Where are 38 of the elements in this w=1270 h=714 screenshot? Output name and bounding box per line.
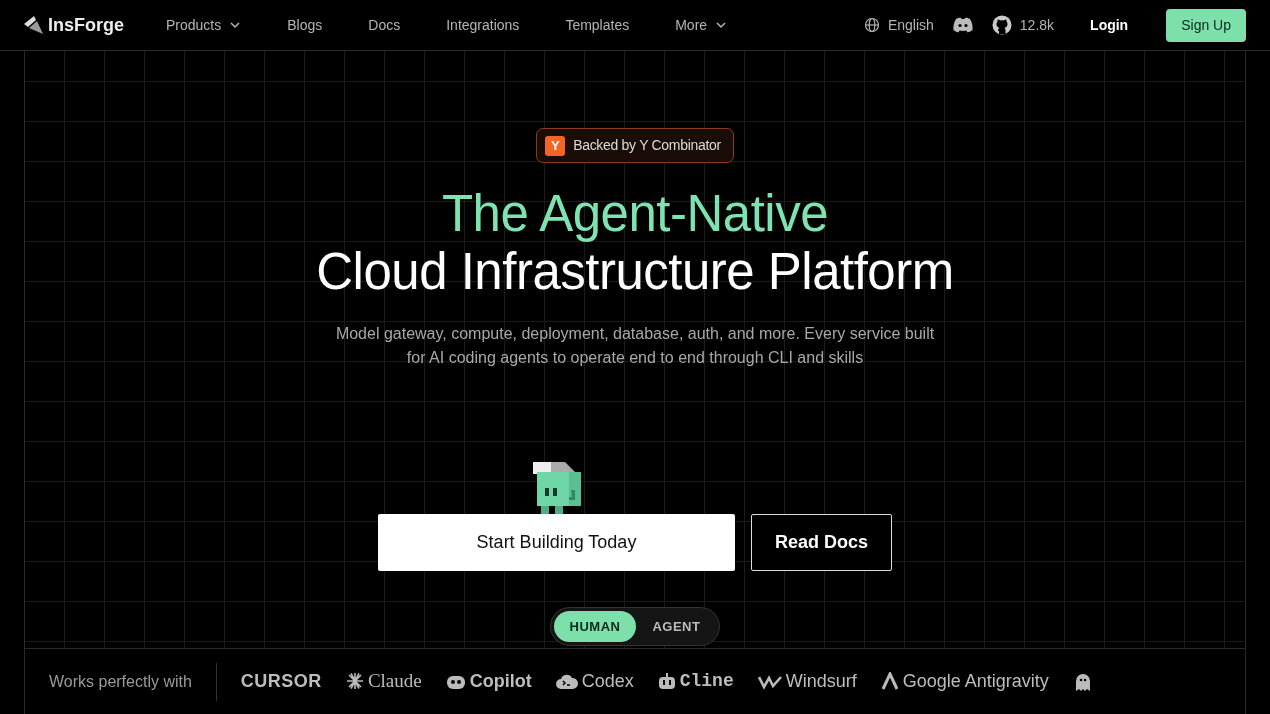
badge-text: Backed by Y Combinator (573, 136, 721, 155)
logo-icon (24, 16, 44, 34)
read-docs-button[interactable]: Read Docs (751, 514, 892, 572)
integration-name: Copilot (469, 670, 532, 693)
headline-line: The Agent-Native (441, 185, 829, 243)
logo-text[interactable]: InsForge (48, 11, 124, 39)
nav-link[interactable]: Products (166, 14, 242, 36)
chevron-down-icon (715, 20, 728, 30)
github-stars-link[interactable]: 12.8k (991, 14, 1055, 36)
arch-icon (880, 671, 899, 692)
integration-name: Claude (367, 669, 422, 694)
nav-link[interactable]: Docs (368, 14, 401, 36)
mode-tab[interactable]: HUMAN (553, 610, 637, 642)
mode-tab[interactable]: AGENT (636, 610, 717, 642)
hero-subtitle: Model gateway, compute, deployment, database, auth, and more. Every service built for AI coding agents to operate end to end through CLI and skills (334, 324, 936, 369)
nav-link[interactable]: More (675, 14, 728, 36)
nav-link[interactable]: Blogs (287, 14, 323, 36)
sparkle-icon (345, 671, 364, 692)
backed-by-badge[interactable]: Y Backed by Y Combinator (536, 128, 734, 163)
integration-name: Windsurf (785, 670, 857, 693)
chevron-down-icon (229, 20, 242, 30)
language-selector[interactable]: English (863, 14, 934, 36)
discord-icon[interactable] (951, 17, 974, 33)
start-building-button[interactable]: Start Building Today (378, 514, 735, 572)
sign-up-button[interactable]: Sign Up (1166, 8, 1246, 42)
nav-link[interactable]: Templates (565, 14, 630, 36)
integration-name: Codex (581, 670, 634, 693)
integration-name: Google Antigravity (902, 670, 1049, 693)
integrations-label: Works perfectly with (49, 671, 192, 692)
nav-link[interactable]: Integrations (446, 14, 520, 36)
integration-name: Cline (679, 670, 734, 693)
github-icon (991, 15, 1012, 35)
login-link[interactable]: Login (1084, 13, 1135, 37)
headline-line: Cloud Infrastructure Platform (316, 242, 954, 301)
globe-icon (863, 17, 880, 33)
y-combinator-icon: Y (545, 135, 566, 156)
integration-name: CURSOR (240, 670, 322, 693)
robot-icon (657, 671, 676, 692)
